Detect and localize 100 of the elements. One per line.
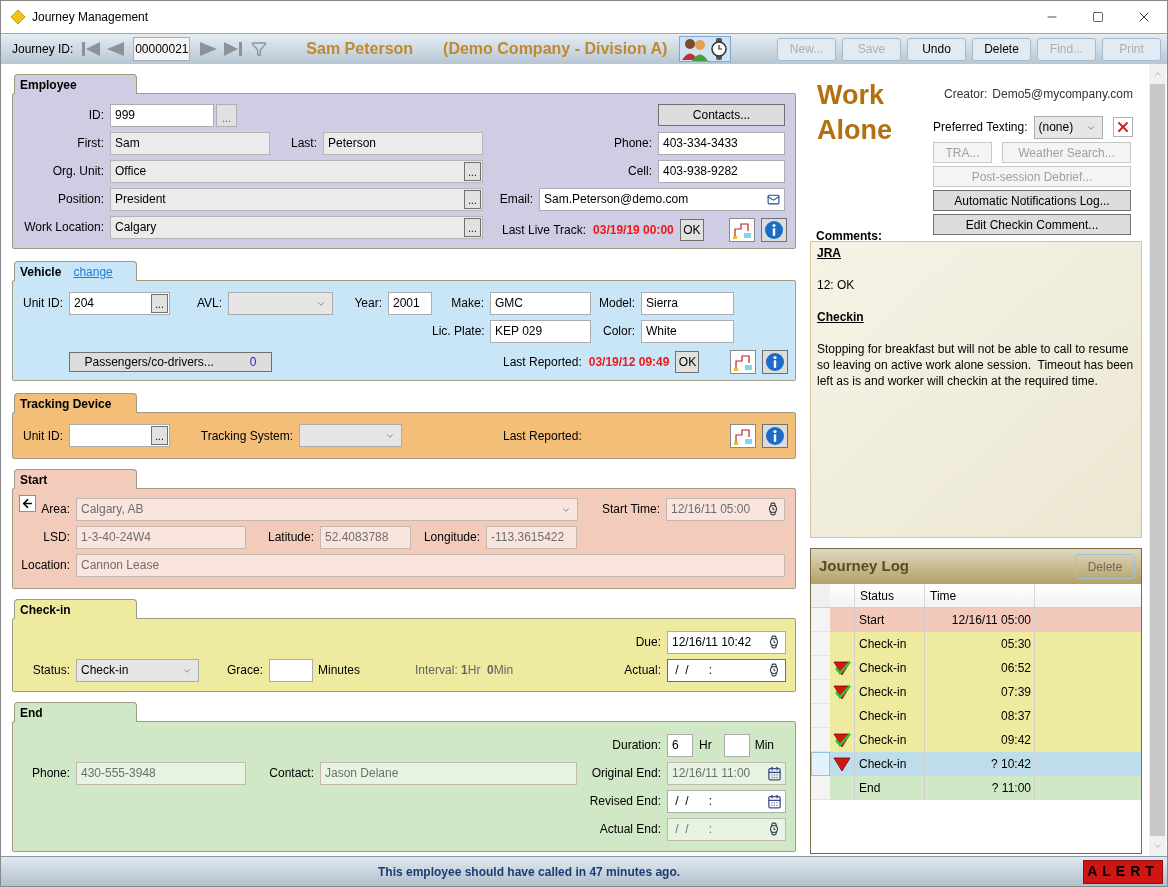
input-field[interactable]: GMC bbox=[490, 291, 591, 315]
log-row[interactable]: Start 12/16/11 05:00 bbox=[811, 608, 1141, 632]
section-title: Start bbox=[20, 471, 48, 489]
info-button[interactable] bbox=[761, 218, 787, 242]
input-field[interactable]: KEP 029 bbox=[490, 319, 591, 343]
dropdown[interactable] bbox=[299, 424, 402, 447]
scroll-down-icon[interactable] bbox=[1152, 841, 1163, 851]
field-label: Email: bbox=[498, 191, 534, 208]
back-arrow-button[interactable] bbox=[19, 495, 36, 512]
scrollbar[interactable] bbox=[1149, 64, 1166, 856]
first-record-icon[interactable] bbox=[81, 41, 102, 57]
lookup-button[interactable]: ... bbox=[151, 293, 168, 313]
log-row[interactable]: Check-in 05:30 bbox=[811, 632, 1141, 656]
last-reported-time: 03/19/12 09:49 bbox=[588, 353, 670, 371]
input-field[interactable]: 2001 bbox=[388, 291, 432, 315]
input-field[interactable]: 403-938-9282 bbox=[658, 159, 785, 183]
field-label: Status: bbox=[31, 662, 71, 679]
log-row[interactable]: End ? 11:00 bbox=[811, 776, 1141, 800]
action-button[interactable]: Automatic Notifications Log... bbox=[933, 190, 1131, 211]
field-label: Work Location: bbox=[23, 219, 105, 236]
lookup-button[interactable]: ... bbox=[151, 426, 168, 445]
people-watch-button[interactable] bbox=[679, 36, 732, 62]
field-label: Unit ID: bbox=[22, 427, 64, 445]
ok-button[interactable]: OK bbox=[675, 350, 700, 373]
dropdown[interactable]: Check-in bbox=[76, 658, 199, 682]
toolbar-button[interactable]: Undo bbox=[907, 37, 966, 61]
section-title: Employee bbox=[20, 76, 77, 94]
scrollbar-thumb[interactable] bbox=[1150, 84, 1165, 836]
alert-button[interactable]: ALERT bbox=[1083, 859, 1163, 884]
window-title: Journey Management bbox=[32, 9, 149, 26]
lookup-button[interactable]: ... bbox=[464, 161, 481, 181]
input-field[interactable]: 12/16/11 10:42 bbox=[667, 630, 786, 654]
field-label: Revised End: bbox=[588, 793, 662, 810]
calendar-icon bbox=[767, 765, 782, 781]
field-label: Contact: bbox=[268, 765, 315, 782]
input-field[interactable]: Peterson bbox=[323, 131, 483, 155]
minutes-unit: Minutes bbox=[318, 662, 361, 679]
contacts-button[interactable]: Contacts... bbox=[658, 104, 785, 126]
input-field[interactable]: President ... bbox=[110, 187, 483, 211]
field-label: Position: bbox=[56, 191, 105, 208]
dropdown[interactable]: (none) bbox=[1033, 115, 1103, 139]
field-label: LSD: bbox=[42, 529, 71, 546]
field-label: Cell: bbox=[627, 163, 653, 180]
comment-heading: Checkin bbox=[817, 309, 864, 325]
input-field[interactable]: White bbox=[641, 319, 734, 343]
lookup-button[interactable]: ... bbox=[464, 217, 481, 237]
input-field[interactable] bbox=[269, 658, 313, 682]
input-field[interactable]: 999 bbox=[110, 103, 214, 127]
section-title: Tracking Device bbox=[20, 395, 112, 413]
log-row[interactable]: Check-in 06:52 bbox=[811, 656, 1141, 680]
field-label: Area: bbox=[40, 501, 71, 518]
field-label: Last: bbox=[290, 135, 318, 152]
input-field[interactable]: Sam bbox=[110, 131, 270, 155]
hours-unit: Hr bbox=[699, 737, 712, 754]
last-reported-label: Last Reported: bbox=[503, 427, 582, 445]
log-row[interactable]: Check-in ? 10:42 bbox=[811, 752, 1141, 776]
input-field[interactable]: Calgary ... bbox=[110, 215, 483, 239]
input-field[interactable]: / / : bbox=[667, 789, 786, 813]
scroll-up-icon[interactable] bbox=[1152, 69, 1163, 79]
clear-button[interactable] bbox=[1112, 117, 1133, 137]
input-field[interactable]: 6 bbox=[667, 733, 693, 757]
input-field[interactable]: 204 ... bbox=[69, 291, 170, 315]
lookup-button[interactable]: ... bbox=[464, 189, 481, 209]
field-label: Original End: bbox=[590, 765, 662, 782]
route-map-button[interactable] bbox=[729, 218, 755, 242]
previous-record-icon[interactable] bbox=[105, 41, 126, 57]
info-icon bbox=[764, 220, 784, 240]
ok-button[interactable]: OK bbox=[679, 219, 704, 241]
input-field[interactable]: Sierra bbox=[641, 291, 734, 315]
input-field[interactable]: / / : bbox=[667, 658, 786, 682]
input-field[interactable]: Sam.Peterson@demo.com bbox=[539, 187, 785, 211]
route-map-button[interactable] bbox=[730, 349, 756, 374]
field-label: Location: bbox=[20, 557, 71, 574]
passengers-button[interactable]: Passengers/co-drivers... 0 bbox=[69, 351, 272, 372]
route-icon bbox=[733, 426, 753, 445]
info-button[interactable] bbox=[762, 349, 788, 374]
minutes-unit: Min bbox=[754, 737, 774, 754]
field-label: Make: bbox=[450, 295, 485, 312]
input-field[interactable]: ... bbox=[69, 424, 170, 447]
log-row[interactable]: Check-in 07:39 bbox=[811, 680, 1141, 704]
field-label: ID: bbox=[87, 107, 105, 124]
log-row[interactable]: Check-in 09:42 bbox=[811, 728, 1141, 752]
dropdown[interactable] bbox=[228, 291, 333, 315]
filter-icon[interactable] bbox=[251, 41, 268, 57]
input-field[interactable] bbox=[723, 733, 750, 757]
last-live-track-time: 03/19/19 00:00 bbox=[593, 222, 674, 239]
input-field[interactable]: 403-334-3433 bbox=[658, 131, 785, 155]
lookup-button[interactable]: ... bbox=[216, 103, 237, 127]
field-label: Color: bbox=[602, 323, 636, 340]
input-field[interactable]: Office ... bbox=[110, 159, 483, 183]
company-name: (Demo Company - Division A) bbox=[443, 39, 668, 59]
log-row[interactable]: Check-in 08:37 bbox=[811, 704, 1141, 728]
journey-id-field[interactable]: 00000021 bbox=[133, 37, 191, 61]
info-button[interactable] bbox=[762, 423, 788, 448]
action-button[interactable]: Edit Checkin Comment... bbox=[933, 214, 1131, 235]
field-label: Grace: bbox=[226, 662, 264, 679]
route-map-button[interactable] bbox=[730, 423, 756, 448]
last-record-icon[interactable] bbox=[223, 41, 244, 57]
work-alone-title: Work Alone bbox=[816, 79, 893, 147]
toolbar-button[interactable]: Delete bbox=[972, 37, 1031, 61]
